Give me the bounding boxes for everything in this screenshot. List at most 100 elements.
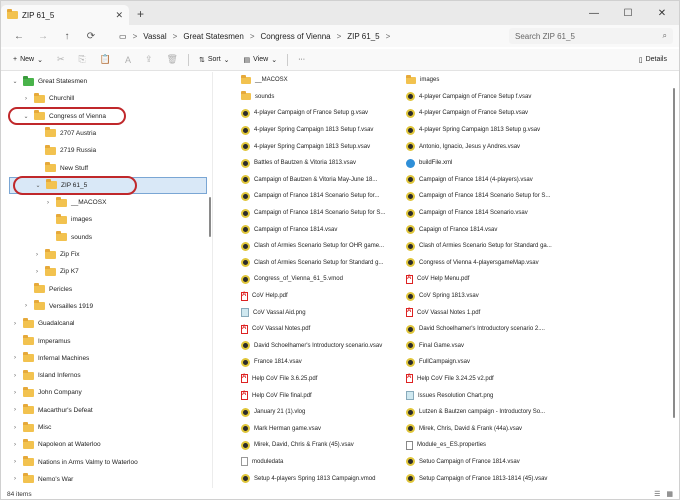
- file-item[interactable]: FullCampaign.vsav: [406, 354, 566, 371]
- file-item[interactable]: Campaign of France 1814 Scenario.vsav: [406, 205, 566, 222]
- file-item[interactable]: CoV Help.pdf: [241, 288, 401, 305]
- file-item[interactable]: Campaign of Bautzen & Vitoria May-June 1…: [241, 172, 401, 189]
- minimize-button[interactable]: —: [577, 1, 611, 25]
- chevron-down-icon[interactable]: ⌄: [34, 182, 42, 189]
- file-item[interactable]: 4-player Spring Campaign 1813 Setup g.vs…: [406, 122, 566, 139]
- file-item[interactable]: Lutzen & Bautzen campaign - Introductory…: [406, 404, 566, 421]
- rename-icon[interactable]: A: [121, 55, 135, 65]
- nav-item[interactable]: ⌄ Congress of Vienna: [1, 108, 211, 125]
- file-item[interactable]: 4-player Campaign of France Setup g.vsav: [241, 105, 401, 122]
- file-item[interactable]: 4-player Campaign of France Setup f.vsav: [406, 89, 566, 106]
- forward-button[interactable]: →: [31, 31, 55, 42]
- chevron-right-icon[interactable]: ›: [11, 373, 19, 379]
- chevron-right-icon[interactable]: ›: [11, 459, 19, 465]
- file-item[interactable]: Module_es_ES.properties: [406, 437, 566, 454]
- file-item[interactable]: __MACOSX: [241, 72, 401, 89]
- nav-item[interactable]: ⌄ ZIP 61_5: [9, 176, 207, 194]
- file-item[interactable]: CoV Help Menu.pdf: [406, 271, 566, 288]
- breadcrumb-vassal[interactable]: Vassal: [143, 32, 166, 41]
- file-item[interactable]: Antonio, Ignacio, Jesus y Andres.vsav: [406, 138, 566, 155]
- sort-button[interactable]: ⇅ Sort ⌄: [195, 56, 234, 64]
- file-item[interactable]: Mirek, David, Chris & Frank (45).vsav: [241, 437, 401, 454]
- nav-item[interactable]: Imperamus: [1, 333, 211, 350]
- file-item[interactable]: David Schoelhamer's Introductory scenari…: [406, 321, 566, 338]
- chevron-right-icon[interactable]: ›: [22, 96, 30, 102]
- file-item[interactable]: Clash of Armies Scenario Setup for OHR g…: [241, 238, 401, 255]
- nav-item[interactable]: › __MACOSX: [1, 194, 211, 211]
- view-button[interactable]: ▤ View ⌄: [240, 56, 282, 64]
- chevron-right-icon[interactable]: ›: [22, 303, 30, 309]
- file-item[interactable]: Campaign of France 1814 (4-players).vsav: [406, 172, 566, 189]
- file-item[interactable]: Campaign of France 1814.vsav: [241, 221, 401, 238]
- file-item[interactable]: moduledata: [241, 454, 401, 471]
- file-item[interactable]: Setup 4-players Spring 1813 Campaign.vmo…: [241, 470, 401, 487]
- new-tab-button[interactable]: +: [137, 7, 144, 21]
- file-item[interactable]: Capaign of France 1814.vsav: [406, 221, 566, 238]
- nav-item[interactable]: sounds: [1, 229, 211, 246]
- file-item[interactable]: Campaign of France 1814 Scenario Setup f…: [406, 188, 566, 205]
- chevron-right-icon[interactable]: ›: [11, 476, 19, 482]
- nav-item[interactable]: › Infernal Machines: [1, 350, 211, 367]
- new-button[interactable]: + New ⌄: [9, 56, 47, 64]
- tab-close-icon[interactable]: ✕: [115, 10, 123, 21]
- tiles-view-icon[interactable]: ▦: [666, 490, 673, 498]
- file-item[interactable]: CoV Vassal Notes.pdf: [241, 321, 401, 338]
- file-item[interactable]: Help CoV File 3.6.25.pdf: [241, 371, 401, 388]
- file-item[interactable]: 4-player Campaign of France Setup.vsav: [406, 105, 566, 122]
- file-item[interactable]: Congress of Vienna 4-playersgameMap.vsav: [406, 255, 566, 272]
- file-item[interactable]: Help CoV File final.pdf: [241, 387, 401, 404]
- file-item[interactable]: images: [406, 72, 566, 89]
- file-item[interactable]: France 1814.vsav: [241, 354, 401, 371]
- cut-icon[interactable]: ✂: [53, 54, 69, 65]
- file-item[interactable]: buildFile.xml: [406, 155, 566, 172]
- file-item[interactable]: Clash of Armies Scenario Setup for Stand…: [241, 255, 401, 272]
- chevron-down-icon[interactable]: ⌄: [11, 78, 19, 85]
- file-item[interactable]: Final Game.vsav: [406, 338, 566, 355]
- chevron-right-icon[interactable]: ›: [11, 442, 19, 448]
- nav-item[interactable]: images: [1, 211, 211, 228]
- nav-item[interactable]: › Zip K7: [1, 263, 211, 280]
- chevron-right-icon[interactable]: ›: [11, 407, 19, 413]
- file-item[interactable]: Issues Resolution Chart.png: [406, 387, 566, 404]
- chevron-right-icon[interactable]: ›: [11, 321, 19, 327]
- up-button[interactable]: ↑: [55, 31, 79, 42]
- file-item[interactable]: Mirek, Chris, David & Frank (44a).vsav: [406, 420, 566, 437]
- nav-item[interactable]: › John Company: [1, 384, 211, 401]
- chevron-right-icon[interactable]: ›: [11, 390, 19, 396]
- more-options-button[interactable]: ···: [294, 56, 309, 63]
- file-item[interactable]: January 21 (1).vlog: [241, 404, 401, 421]
- chevron-right-icon[interactable]: ›: [44, 200, 52, 206]
- maximize-button[interactable]: ☐: [611, 1, 645, 25]
- file-item[interactable]: 4-player Spring Campaign 1813 Setup.vsav: [241, 138, 401, 155]
- file-item[interactable]: CoV Vassal Aid.png: [241, 304, 401, 321]
- nav-item[interactable]: 2707 Austria: [1, 125, 211, 142]
- file-item[interactable]: Clash of Armies Scenario Setup for Stand…: [406, 238, 566, 255]
- file-item[interactable]: Congress_of_Vienna_61_5.vmod: [241, 271, 401, 288]
- file-item[interactable]: Battles of Bautzen & Vitoria 1813.vsav: [241, 155, 401, 172]
- delete-icon[interactable]: 🗑: [163, 54, 182, 65]
- nav-item[interactable]: › Nations in Arms Valmy to Waterloo: [1, 454, 211, 471]
- file-item[interactable]: Setuo Campaign of France 1814.vsav: [406, 454, 566, 471]
- chevron-right-icon[interactable]: ›: [11, 355, 19, 361]
- file-item[interactable]: CoV Spring 1813.vsav: [406, 288, 566, 305]
- file-item[interactable]: Help CoV File 3.24.25 v2.pdf: [406, 371, 566, 388]
- nav-item[interactable]: › Churchill: [1, 90, 211, 107]
- file-item[interactable]: 4-player Spring Campaign 1813 Setup f.vs…: [241, 122, 401, 139]
- file-item[interactable]: sounds: [241, 89, 401, 106]
- paste-icon[interactable]: 📋: [96, 54, 115, 65]
- address-bar[interactable]: ▭ > Vassal > Great Statesmen > Congress …: [113, 28, 495, 44]
- nav-item[interactable]: › Misc: [1, 419, 211, 436]
- file-item[interactable]: Campaign of France 1814 Scenario Setup f…: [241, 205, 401, 222]
- nav-item[interactable]: › Zip Fix: [1, 246, 211, 263]
- tab-zip-61-5[interactable]: ZIP 61_5 ✕: [1, 5, 129, 25]
- nav-item[interactable]: › Macarthur's Defeat: [1, 402, 211, 419]
- details-button[interactable]: ▯ Details: [635, 56, 671, 64]
- nav-item[interactable]: Pericles: [1, 281, 211, 298]
- file-item[interactable]: Mark Herman game.vsav: [241, 420, 401, 437]
- nav-item[interactable]: › Napoleon at Waterloo: [1, 436, 211, 453]
- share-icon[interactable]: ⇪: [141, 54, 157, 65]
- nav-item[interactable]: 2719 Russia: [1, 142, 211, 159]
- copy-icon[interactable]: ⎘: [75, 54, 90, 65]
- nav-item[interactable]: › Nemo's War: [1, 471, 211, 488]
- close-button[interactable]: ✕: [645, 1, 679, 25]
